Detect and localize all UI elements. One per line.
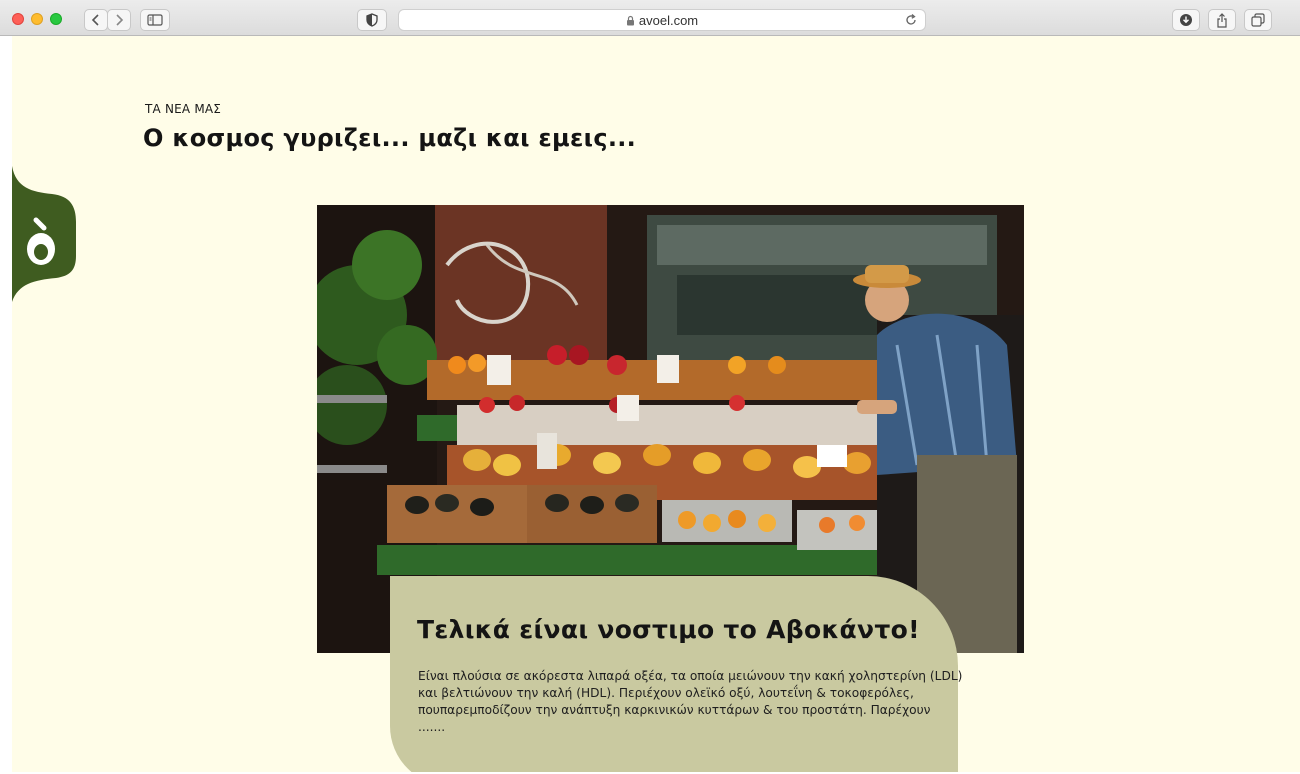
forward-icon — [116, 14, 124, 26]
forward-button[interactable] — [107, 9, 131, 31]
article-excerpt-line: και βελτιώνουν την καλή (HDL). Περιέχουν… — [418, 686, 914, 700]
sidebar-button[interactable] — [140, 9, 170, 31]
article-title[interactable]: Τελικά είναι νοστιμο το Αβοκάντο! — [417, 615, 920, 644]
browser-toolbar: avoel.com — [0, 0, 1300, 36]
back-icon — [91, 14, 99, 26]
article-excerpt-line: ....... — [418, 720, 446, 734]
avocado-logo-icon[interactable] — [12, 166, 76, 302]
zoom-window-button[interactable] — [50, 13, 62, 25]
shield-icon — [366, 13, 378, 27]
article-card[interactable]: Τελικά είναι νοστιμο το Αβοκάντο! Είναι … — [390, 576, 963, 772]
close-window-button[interactable] — [12, 13, 24, 25]
article-excerpt: Είναι πλούσια σε ακόρεστα λιπαρά οξέα, τ… — [418, 668, 963, 736]
article-excerpt-line: πουπαρεμποδίζουν την ανάπτυξη καρκινικών… — [418, 703, 931, 717]
privacy-report-button[interactable] — [357, 9, 387, 31]
share-icon — [1217, 12, 1227, 28]
tab-overview-button[interactable] — [1244, 9, 1272, 31]
minimize-window-button[interactable] — [31, 13, 43, 25]
page-title: Ο κοσμος γυριζει... μαζι και εμεις... — [143, 124, 637, 152]
reload-icon[interactable] — [905, 14, 917, 26]
downloads-button[interactable] — [1172, 9, 1200, 31]
url-text: avoel.com — [638, 12, 699, 28]
share-button[interactable] — [1208, 9, 1236, 31]
back-button[interactable] — [84, 9, 108, 31]
sidebar-icon — [147, 14, 163, 26]
download-icon — [1180, 14, 1192, 26]
address-bar[interactable]: avoel.com — [398, 9, 926, 31]
lock-icon — [626, 15, 634, 25]
page-content: ΤΑ ΝΕΑ ΜΑΣ Ο κοσμος γυριζει... μαζι και … — [12, 36, 1300, 772]
tabs-icon — [1251, 13, 1265, 27]
article-excerpt-line: Είναι πλούσια σε ακόρεστα λιπαρά οξέα, τ… — [418, 669, 963, 683]
section-eyebrow: ΤΑ ΝΕΑ ΜΑΣ — [145, 102, 222, 116]
